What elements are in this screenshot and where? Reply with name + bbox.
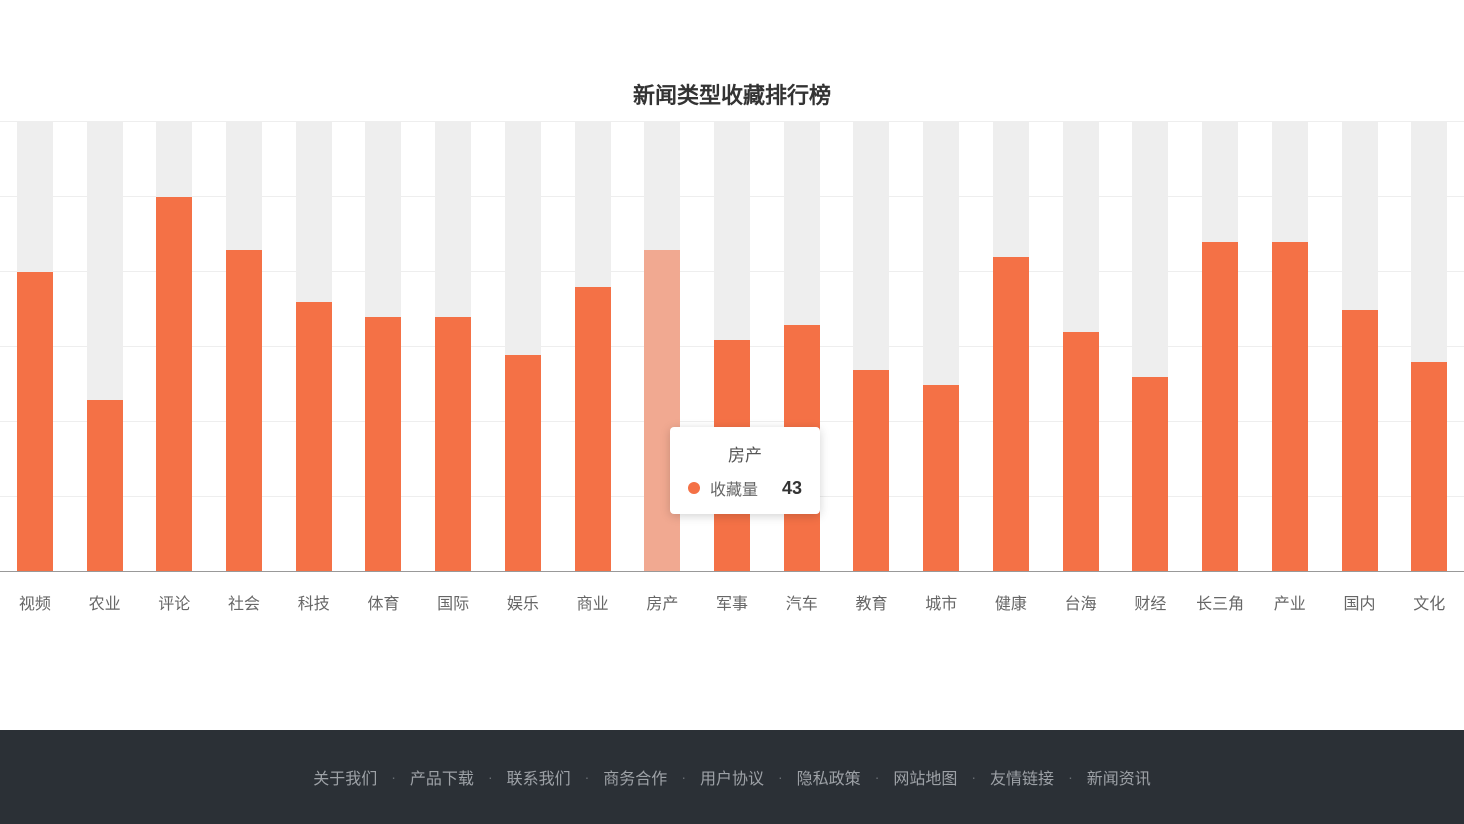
bar-slot[interactable] bbox=[418, 122, 488, 572]
bar[interactable] bbox=[435, 317, 471, 572]
x-axis-label: 长三角 bbox=[1185, 590, 1255, 614]
footer-separator: · bbox=[1068, 769, 1073, 785]
x-axis-label: 产业 bbox=[1255, 590, 1325, 614]
x-axis-label: 体育 bbox=[349, 590, 419, 614]
bar[interactable] bbox=[156, 197, 192, 572]
x-axis-label: 城市 bbox=[906, 590, 976, 614]
bar-slot[interactable] bbox=[1185, 122, 1255, 572]
x-axis-label: 健康 bbox=[976, 590, 1046, 614]
bar[interactable] bbox=[644, 250, 680, 572]
x-axis-label: 农业 bbox=[70, 590, 140, 614]
bar-slot[interactable] bbox=[1046, 122, 1116, 572]
tooltip-dot-icon bbox=[688, 482, 700, 494]
bar-slot[interactable] bbox=[0, 122, 70, 572]
tooltip-series-label: 收藏量 bbox=[710, 476, 772, 500]
footer-link[interactable]: 友情链接 bbox=[984, 765, 1060, 789]
footer-separator: · bbox=[585, 769, 590, 785]
tooltip-value: 43 bbox=[782, 478, 802, 499]
x-axis-label: 视频 bbox=[0, 590, 70, 614]
x-axis-label: 教育 bbox=[837, 590, 907, 614]
x-axis-label: 国内 bbox=[1325, 590, 1395, 614]
bar-slot[interactable] bbox=[1325, 122, 1395, 572]
bar-slot[interactable] bbox=[488, 122, 558, 572]
bar-slot[interactable] bbox=[139, 122, 209, 572]
footer-nav: 关于我们 · 产品下载 · 联系我们 · 商务合作 · 用户协议 · 隐私政策 · 网站地图 · 友情链接 ·… bbox=[0, 730, 1464, 824]
bar[interactable] bbox=[365, 317, 401, 572]
bar-slot[interactable] bbox=[70, 122, 140, 572]
x-axis-label: 评论 bbox=[139, 590, 209, 614]
x-axis-label: 商业 bbox=[558, 590, 628, 614]
bar-slot[interactable] bbox=[558, 122, 628, 572]
x-axis-label: 台海 bbox=[1046, 590, 1116, 614]
bar[interactable] bbox=[923, 385, 959, 573]
x-axis-label: 房产 bbox=[627, 590, 697, 614]
footer-separator: · bbox=[778, 769, 783, 785]
chart-title: 新闻类型收藏排行榜 bbox=[0, 0, 1464, 122]
footer-link[interactable]: 网站地图 bbox=[887, 765, 963, 789]
bar-slot[interactable] bbox=[349, 122, 419, 572]
footer-link[interactable]: 隐私政策 bbox=[791, 765, 867, 789]
bar-slot[interactable] bbox=[1116, 122, 1186, 572]
chart-container: 新闻类型收藏排行榜 房产 收藏量 43 视频农业评论社会科技体育国际娱乐商业房产… bbox=[0, 0, 1464, 730]
footer-link[interactable]: 商务合作 bbox=[597, 765, 673, 789]
bar[interactable] bbox=[505, 355, 541, 573]
x-axis-label: 科技 bbox=[279, 590, 349, 614]
tooltip-row: 收藏量 43 bbox=[688, 476, 802, 500]
bar-slot[interactable] bbox=[976, 122, 1046, 572]
bar[interactable] bbox=[17, 272, 53, 572]
x-axis-line bbox=[0, 571, 1464, 572]
bar[interactable] bbox=[575, 287, 611, 572]
bar[interactable] bbox=[1272, 242, 1308, 572]
bar[interactable] bbox=[853, 370, 889, 573]
footer-link[interactable]: 联系我们 bbox=[501, 765, 577, 789]
plot-area: 房产 收藏量 43 bbox=[0, 122, 1464, 572]
bar[interactable] bbox=[1411, 362, 1447, 572]
tooltip-category: 房产 bbox=[688, 441, 802, 466]
x-axis-label: 娱乐 bbox=[488, 590, 558, 614]
x-axis-label: 汽车 bbox=[767, 590, 837, 614]
bar-slot[interactable] bbox=[906, 122, 976, 572]
x-axis-label: 财经 bbox=[1116, 590, 1186, 614]
x-axis-label: 国际 bbox=[418, 590, 488, 614]
tooltip: 房产 收藏量 43 bbox=[670, 427, 820, 514]
footer-separator: · bbox=[875, 769, 880, 785]
x-axis-label: 文化 bbox=[1394, 590, 1464, 614]
bar-slot[interactable] bbox=[1255, 122, 1325, 572]
footer-separator: · bbox=[488, 769, 493, 785]
x-axis-labels: 视频农业评论社会科技体育国际娱乐商业房产军事汽车教育城市健康台海财经长三角产业国… bbox=[0, 590, 1464, 614]
footer-link[interactable]: 用户协议 bbox=[694, 765, 770, 789]
x-axis-label: 军事 bbox=[697, 590, 767, 614]
bar[interactable] bbox=[296, 302, 332, 572]
bar[interactable] bbox=[87, 400, 123, 573]
footer-link[interactable]: 新闻资讯 bbox=[1081, 765, 1157, 789]
bar[interactable] bbox=[1132, 377, 1168, 572]
footer-separator: · bbox=[391, 769, 396, 785]
bar[interactable] bbox=[226, 250, 262, 572]
x-axis-label: 社会 bbox=[209, 590, 279, 614]
footer-separator: · bbox=[681, 769, 686, 785]
bar[interactable] bbox=[1202, 242, 1238, 572]
footer-separator: · bbox=[971, 769, 976, 785]
bar-slot[interactable] bbox=[209, 122, 279, 572]
bar[interactable] bbox=[1342, 310, 1378, 573]
bar-slot[interactable] bbox=[1394, 122, 1464, 572]
footer-link[interactable]: 产品下载 bbox=[404, 765, 480, 789]
bar-slot[interactable] bbox=[837, 122, 907, 572]
bar[interactable] bbox=[1063, 332, 1099, 572]
bar-slot[interactable] bbox=[279, 122, 349, 572]
footer-link[interactable]: 关于我们 bbox=[307, 765, 383, 789]
bar[interactable] bbox=[993, 257, 1029, 572]
